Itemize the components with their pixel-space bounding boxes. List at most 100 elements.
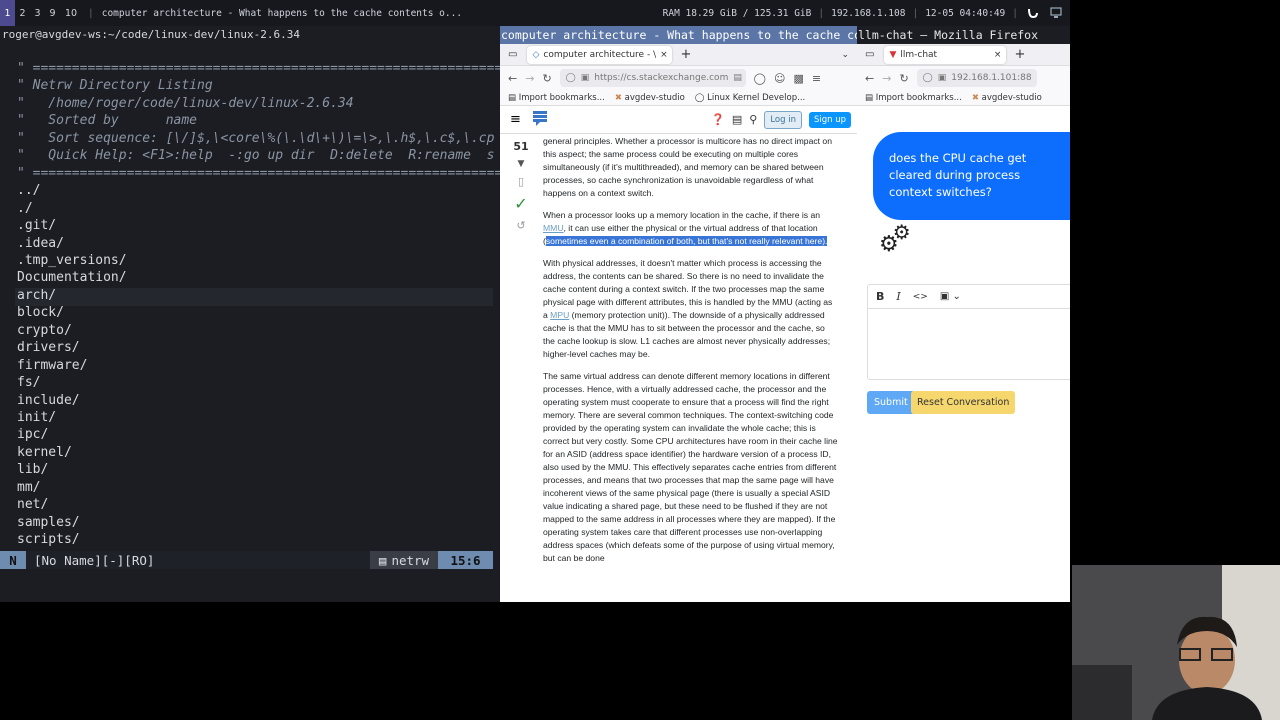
directory-entry[interactable]: Documentation/ — [17, 269, 127, 287]
studio-icon: ✖ — [971, 92, 982, 103]
back-icon[interactable]: ← — [865, 72, 874, 85]
code-button[interactable]: <> — [913, 292, 928, 302]
directory-entry[interactable]: ../ — [17, 182, 40, 200]
mmu-link[interactable]: MMU — [543, 223, 564, 233]
bookmark-avgdev-studio[interactable]: ✖ avgdev-studio — [972, 93, 1042, 103]
directory-entry[interactable]: scripts/ — [17, 531, 80, 549]
vim-statusline: N [No Name][-][RO] ▤ netrw 15:6 — [0, 551, 493, 569]
pocket-icon[interactable]: ◯ — [754, 72, 766, 85]
directory-entry[interactable]: init/ — [17, 409, 56, 427]
new-tab-icon[interactable]: + — [680, 47, 691, 62]
directory-entry[interactable]: .idea/ — [17, 235, 64, 253]
focused-window-title: computer architecture - What happens to … — [101, 7, 463, 19]
code-block-icon[interactable]: ▣ ⌄ — [940, 291, 961, 302]
message-input[interactable] — [868, 309, 1070, 379]
lock-icon: ▣ — [580, 73, 590, 83]
tab-stackexchange[interactable]: ◇ computer architecture - \ × — [527, 45, 673, 64]
forward-icon[interactable]: → — [525, 72, 534, 85]
url-bar[interactable]: ◯ ▣ 192.168.1.101:88 — [916, 69, 1037, 87]
chat-pane: does the CPU cache get cleared during pr… — [857, 116, 1070, 602]
url-text: https://cs.stackexchange.com — [594, 73, 729, 83]
vote-column: 51 ▼ ▯ ✓ ↺ — [508, 140, 534, 232]
history-icon[interactable]: ↺ — [516, 219, 525, 232]
directory-entry[interactable]: mm/ — [17, 479, 40, 497]
directory-entry[interactable]: .git/ — [17, 217, 56, 235]
directory-entry[interactable]: net/ — [17, 496, 48, 514]
directory-entry[interactable]: fs/ — [17, 374, 40, 392]
help-icon[interactable]: ❓ — [711, 113, 725, 126]
webcam-overlay — [1072, 565, 1280, 720]
editor-toolbar: B I <> ▣ ⌄ — [868, 285, 1070, 309]
arch-logo-icon[interactable] — [1025, 5, 1041, 21]
user-message-bubble: does the CPU cache get cleared during pr… — [873, 132, 1070, 220]
account-icon[interactable]: ☺ — [774, 72, 785, 85]
search-icon[interactable]: ⚲ — [749, 113, 757, 126]
globe-icon: ◯ — [694, 92, 708, 103]
netrw-header-line: " ======================================… — [17, 61, 500, 76]
workspace-3[interactable]: 3 — [30, 0, 45, 26]
bookmark-icon[interactable]: ▯ — [518, 175, 524, 188]
directory-entry[interactable]: block/ — [17, 304, 64, 322]
back-icon[interactable]: ← — [508, 72, 517, 85]
mpu-link[interactable]: MPU — [550, 310, 569, 320]
directory-entry[interactable]: include/ — [17, 392, 80, 410]
workspace-2[interactable]: 2 — [15, 0, 30, 26]
tab-llm-chat[interactable]: ▼ llm-chat × — [884, 45, 1007, 64]
workspace-list: 1 2 3 9 10 — [0, 0, 82, 26]
message-editor[interactable]: B I <> ▣ ⌄ — [867, 284, 1070, 380]
submit-button[interactable]: Submit — [867, 391, 915, 414]
answer-body: general principles. Whether a processor … — [543, 136, 839, 574]
llm-chat-browser-window[interactable]: llm-chat — Mozilla Firefox ▭ ▼ llm-chat … — [857, 26, 1070, 602]
directory-entry[interactable]: crypto/ — [17, 322, 72, 340]
menu-icon[interactable]: ≡ — [812, 72, 821, 85]
netrw-header-line: " Netrw Directory Listing — [17, 78, 213, 94]
loading-gears-icon: ⚙⚙ — [879, 220, 911, 257]
italic-button[interactable]: I — [896, 290, 900, 303]
close-tab-icon[interactable]: × — [660, 50, 668, 60]
new-tab-icon[interactable]: + — [1014, 47, 1025, 62]
downvote-icon[interactable]: ▼ — [518, 159, 525, 169]
url-bar[interactable]: ◯ ▣ https://cs.stackexchange.com ▤ ☆ — [559, 69, 746, 87]
insecure-icon: ▣ — [937, 73, 947, 83]
directory-entry[interactable]: samples/ — [17, 514, 80, 532]
terminal-window[interactable]: roger@avgdev-ws:~/code/linux-dev/linux-2… — [0, 26, 500, 602]
network-icon[interactable] — [1048, 5, 1064, 21]
close-tab-icon[interactable]: × — [994, 50, 1002, 60]
directory-entry[interactable]: ipc/ — [17, 426, 48, 444]
extensions-icon[interactable]: ▩ — [793, 72, 803, 85]
signup-button[interactable]: Sign up — [808, 111, 851, 128]
bookmark-avgdev-studio[interactable]: ✖ avgdev-studio — [615, 93, 685, 103]
reset-conversation-button[interactable]: Reset Conversation — [911, 391, 1016, 414]
window-title: computer architecture - What happens to … — [500, 26, 857, 44]
inbox-icon[interactable]: ▤ — [732, 113, 742, 126]
bookmark-linux-kernel[interactable]: ◯ Linux Kernel Develop... — [695, 93, 805, 103]
tab-overview-icon[interactable]: ▭ — [865, 49, 874, 60]
directory-entry[interactable]: lib/ — [17, 461, 48, 479]
reload-icon[interactable]: ↻ — [542, 72, 551, 85]
directory-entry[interactable]: firmware/ — [17, 357, 87, 375]
hamburger-menu-icon[interactable]: ≡ — [510, 112, 521, 127]
workspace-9[interactable]: 9 — [45, 0, 60, 26]
tab-overview-icon[interactable]: ▭ — [508, 49, 517, 60]
app-favicon: ▼ — [889, 49, 897, 60]
stackexchange-logo-icon[interactable] — [532, 109, 547, 131]
reload-icon[interactable]: ↻ — [899, 72, 908, 85]
netrw-header-line: " Sort sequence: [\/]$,\<core\%(\.\d\+\)… — [17, 130, 495, 146]
netrw-header-line: " ======================================… — [17, 165, 500, 181]
workspace-1[interactable]: 1 — [0, 0, 15, 26]
directory-entry[interactable]: arch/ — [17, 287, 56, 305]
stackexchange-header: ≡ ❓ ▤ ⚲ Log in Sign up — [500, 106, 857, 134]
tab-list-chevron-icon[interactable]: ⌄ — [841, 50, 849, 60]
workspace-10[interactable]: 10 — [60, 0, 82, 26]
directory-entry[interactable]: kernel/ — [17, 444, 72, 462]
login-button[interactable]: Log in — [764, 110, 802, 129]
bookmark-import[interactable]: ▤ Import bookmarks... — [865, 93, 962, 103]
reader-icon[interactable]: ▤ — [733, 73, 742, 83]
directory-entry[interactable]: drivers/ — [17, 339, 80, 357]
bookmark-import[interactable]: ▤ Import bookmarks... — [508, 93, 605, 103]
bold-button[interactable]: B — [876, 290, 884, 303]
forward-icon[interactable]: → — [882, 72, 891, 85]
vote-count: 51 — [513, 140, 529, 153]
directory-entry[interactable]: ./ — [17, 200, 33, 218]
directory-entry[interactable]: .tmp_versions/ — [17, 252, 127, 270]
